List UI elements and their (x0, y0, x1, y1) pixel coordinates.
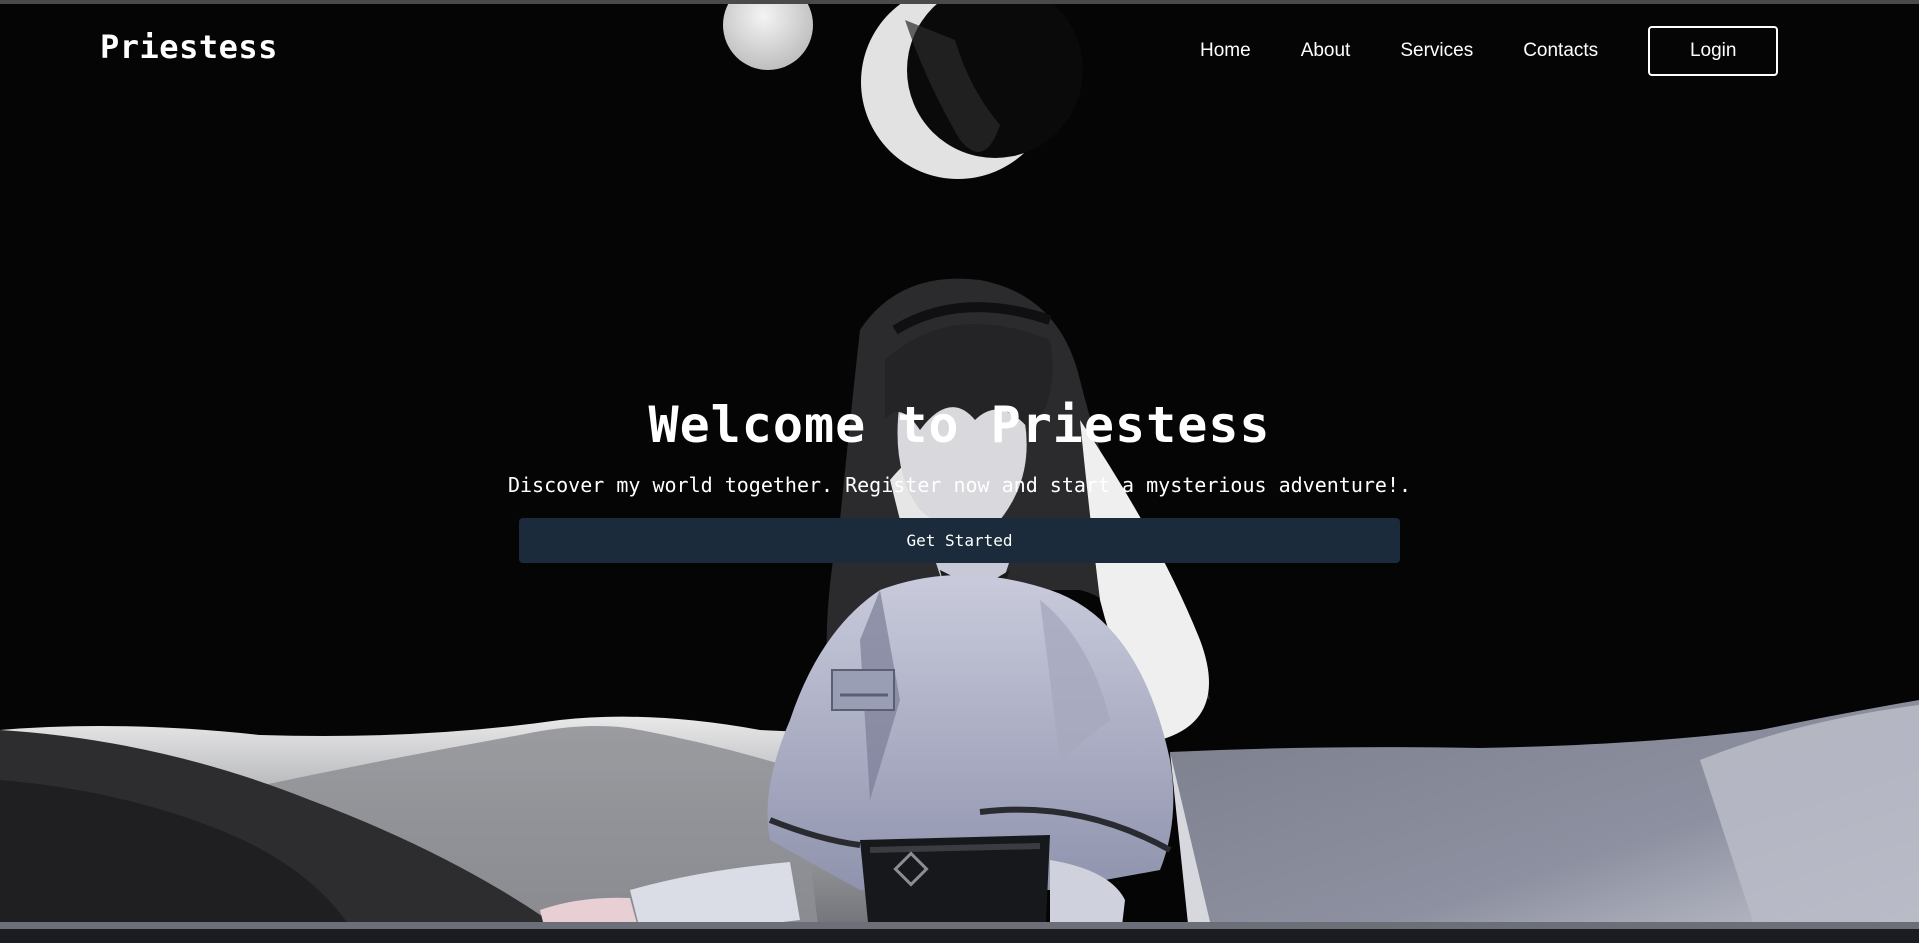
hero-section: Welcome to Priestess Discover my world t… (0, 390, 1919, 563)
hero-subtitle: Discover my world together. Register now… (507, 473, 1412, 497)
login-button[interactable]: Login (1648, 26, 1779, 76)
brand-logo-link[interactable]: Priestess (100, 28, 278, 66)
nav-link-services[interactable]: Services (1400, 40, 1473, 62)
hero-title: Welcome to Priestess (648, 396, 1271, 454)
main-nav: Home About Services Contacts Login (1200, 26, 1779, 76)
page: Priestess Home About Services Contacts L… (0, 0, 1919, 943)
nav-link-home[interactable]: Home (1200, 40, 1251, 62)
site-header: Priestess Home About Services Contacts L… (0, 4, 1919, 94)
nav-link-contacts[interactable]: Contacts (1523, 40, 1598, 62)
ground-strip (0, 922, 1919, 929)
get-started-button[interactable]: Get Started (519, 518, 1400, 563)
nav-link-about[interactable]: About (1301, 40, 1351, 62)
